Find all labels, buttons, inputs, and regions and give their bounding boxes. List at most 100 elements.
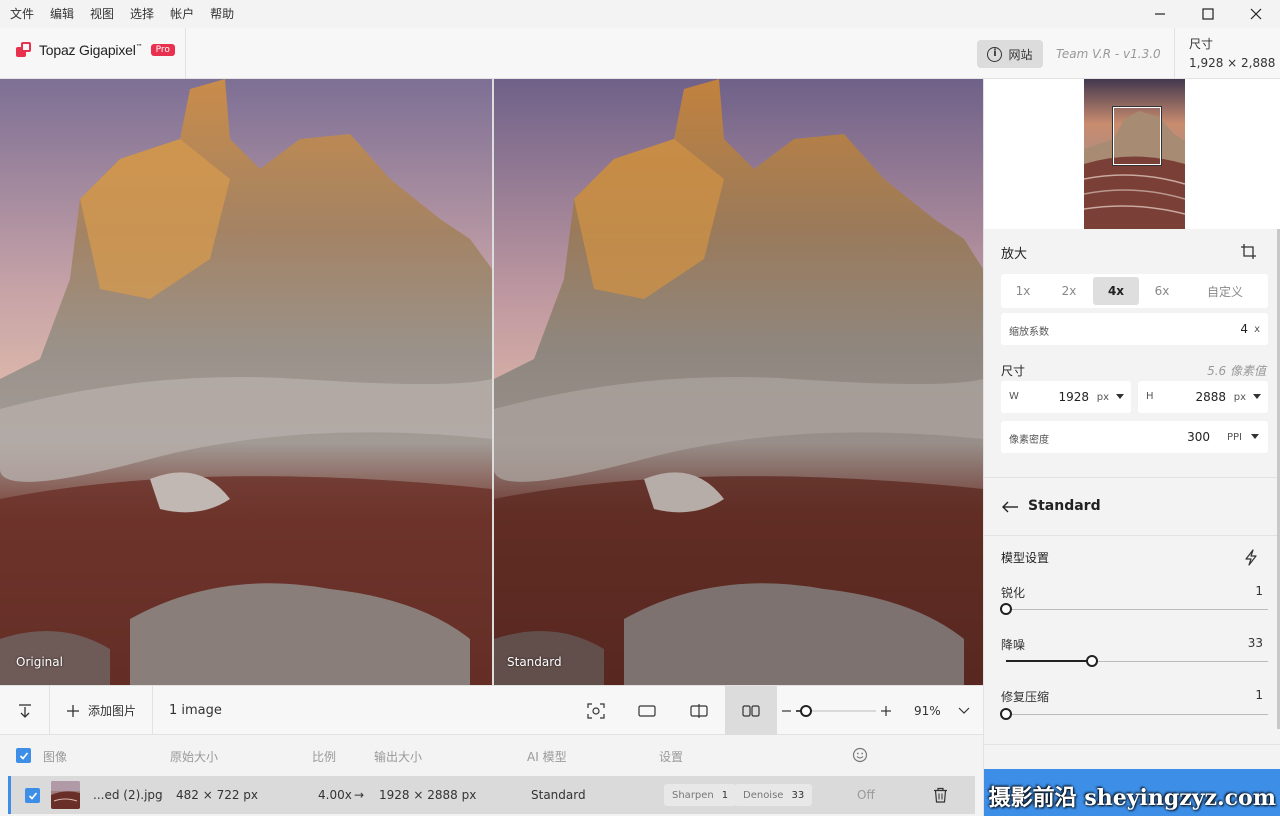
- header-divider: [185, 28, 186, 79]
- scale-factor-value[interactable]: 4: [1240, 322, 1248, 336]
- width-unit[interactable]: px: [1097, 392, 1109, 403]
- zoom-slider[interactable]: [780, 698, 898, 724]
- lightning-icon[interactable]: [1243, 549, 1259, 566]
- caret-down-icon[interactable]: [1251, 434, 1259, 439]
- col-image[interactable]: 图像: [43, 748, 67, 765]
- size-label: 尺寸: [1189, 37, 1214, 51]
- close-icon[interactable]: [1232, 0, 1280, 28]
- single-view-icon[interactable]: [634, 698, 660, 724]
- navigator[interactable]: [984, 79, 1280, 229]
- chevron-down-icon[interactable]: [957, 703, 971, 717]
- compression-value[interactable]: 1: [1255, 688, 1263, 702]
- denoise-value[interactable]: 33: [1248, 636, 1263, 650]
- add-image-button[interactable]: 添加图片: [50, 686, 153, 735]
- sort-button[interactable]: [0, 686, 50, 735]
- width-label: W: [1009, 391, 1019, 402]
- denoise-slider[interactable]: [1006, 655, 1268, 667]
- trademark: ™: [135, 43, 143, 51]
- sort-down-icon: [18, 703, 31, 718]
- window-controls: [1136, 0, 1280, 28]
- height-field[interactable]: H 2888 px: [1138, 381, 1268, 413]
- app-name: Topaz Gigapixel: [39, 42, 136, 58]
- caret-down-icon[interactable]: [1116, 394, 1124, 399]
- sharpen-slider-knob[interactable]: [1000, 603, 1012, 615]
- row-checkbox[interactable]: [25, 788, 40, 803]
- scale-factor-unit: x: [1254, 324, 1260, 335]
- navigator-frame[interactable]: [1112, 106, 1162, 166]
- denoise-slider-fill: [1006, 660, 1092, 662]
- menu-edit[interactable]: 编辑: [42, 0, 82, 28]
- info-icon: i: [987, 46, 1003, 62]
- height-unit[interactable]: px: [1234, 392, 1246, 403]
- menu-file[interactable]: 文件: [0, 0, 42, 28]
- model-settings-title: 模型设置: [1001, 551, 1050, 565]
- check-icon: [28, 791, 37, 800]
- screenshot-icon[interactable]: [583, 698, 609, 724]
- maximize-icon[interactable]: [1184, 0, 1232, 28]
- menu-help[interactable]: 帮助: [202, 0, 242, 28]
- ppi-label: 像素密度: [1009, 435, 1049, 446]
- website-button[interactable]: i 网站: [977, 40, 1043, 68]
- scale-option-6x[interactable]: 6x: [1139, 284, 1185, 298]
- scale-option-2x[interactable]: 2x: [1045, 284, 1093, 298]
- select-all-checkbox[interactable]: [16, 748, 31, 763]
- settings-panel: 放大 1x 2x 4x 6x 自定义 缩放系数 4 x 尺寸 5.6 像素值 W…: [983, 79, 1280, 816]
- original-pane[interactable]: Original: [0, 79, 492, 685]
- table-row[interactable]: ...ed (2).jpg 482 × 722 px 4.00x → 1928 …: [8, 776, 975, 814]
- row-model: Standard: [531, 788, 586, 802]
- compression-slider-knob[interactable]: [1000, 708, 1012, 720]
- image-size-box: 尺寸 1,928 × 2,888: [1174, 28, 1280, 79]
- width-field[interactable]: W 1928 px: [1001, 381, 1131, 413]
- scale-factor-field[interactable]: 缩放系数 4 x: [1001, 313, 1268, 345]
- original-label: Original: [16, 655, 63, 669]
- menu-view[interactable]: 视图: [82, 0, 122, 28]
- back-arrow-icon[interactable]: [1001, 500, 1019, 514]
- trash-icon[interactable]: [933, 787, 948, 803]
- zoom-in-icon[interactable]: [881, 706, 891, 716]
- dimensions-title: 尺寸: [1001, 364, 1026, 378]
- ppi-value[interactable]: 300: [1187, 430, 1210, 444]
- ppi-unit[interactable]: PPI: [1227, 432, 1242, 443]
- minimize-icon[interactable]: [1136, 0, 1184, 28]
- denoise-slider-knob[interactable]: [1086, 655, 1098, 667]
- height-label: H: [1146, 391, 1154, 402]
- watermark-text: 摄影前沿 sheyingzyz.com: [988, 785, 1276, 811]
- face-recovery-icon: [852, 747, 868, 763]
- model-name[interactable]: Standard: [1028, 498, 1101, 514]
- col-scale[interactable]: 比例: [312, 748, 336, 765]
- check-icon: [19, 751, 28, 760]
- scale-option-4x[interactable]: 4x: [1093, 277, 1139, 305]
- height-value[interactable]: 2888: [1195, 390, 1226, 404]
- image-viewer[interactable]: Original Standard: [0, 79, 983, 685]
- width-value[interactable]: 1928: [1058, 390, 1089, 404]
- menu-select[interactable]: 选择: [122, 0, 162, 28]
- menu-bar: 文件 编辑 视图 选择 帐户 帮助: [0, 0, 1280, 28]
- denoise-label: 降噪: [1001, 638, 1026, 652]
- denoise-tag-value: 33: [791, 789, 805, 801]
- col-output-size[interactable]: 输出大小: [374, 748, 422, 765]
- col-ai-model[interactable]: AI 模型: [527, 748, 567, 765]
- dimensions-note: 5.6 像素值: [1207, 364, 1266, 378]
- compression-slider[interactable]: [1000, 708, 1268, 720]
- menu-account[interactable]: 帐户: [162, 0, 202, 28]
- scale-option-1x[interactable]: 1x: [1001, 284, 1045, 298]
- ppi-field[interactable]: 像素密度 300 PPI: [1001, 421, 1268, 453]
- sharpen-value[interactable]: 1: [1255, 584, 1263, 598]
- col-settings[interactable]: 设置: [659, 748, 683, 765]
- preview-pane[interactable]: Standard: [494, 79, 983, 685]
- caret-down-icon[interactable]: [1253, 394, 1261, 399]
- plus-icon: [66, 704, 79, 717]
- add-image-label: 添加图片: [87, 704, 136, 718]
- zoom-slider-knob[interactable]: [800, 705, 812, 717]
- row-face-recovery: Off: [857, 788, 875, 802]
- side-by-side-icon[interactable]: [738, 698, 764, 724]
- split-view-icon[interactable]: [686, 698, 712, 724]
- version-label: Team V.R - v1.3.0: [1056, 47, 1161, 61]
- sharpen-tag: Sharpen 1: [664, 784, 737, 806]
- zoom-value: 91%: [914, 704, 941, 718]
- crop-icon[interactable]: [1240, 243, 1257, 260]
- sharpen-slider[interactable]: [1000, 603, 1268, 615]
- scale-option-custom[interactable]: 自定义: [1185, 283, 1265, 300]
- col-original-size[interactable]: 原始大小: [170, 748, 218, 765]
- section-divider: [984, 535, 1280, 536]
